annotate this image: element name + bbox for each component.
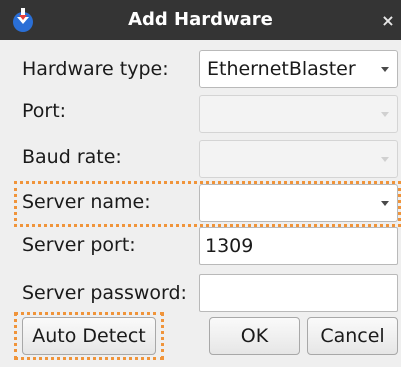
auto-detect-button[interactable]: Auto Detect <box>22 317 156 355</box>
dialog-body: Hardware type: EthernetBlaster Port: Bau… <box>0 40 401 367</box>
title-bar: Add Hardware × <box>0 0 401 40</box>
chevron-down-icon <box>381 112 389 117</box>
port-label: Port: <box>22 100 67 122</box>
server-name-label: Server name: <box>22 191 151 213</box>
server-password-field[interactable] <box>199 274 398 312</box>
hardware-type-select[interactable]: EthernetBlaster <box>199 50 398 88</box>
chevron-down-icon <box>381 157 389 162</box>
server-password-label: Server password: <box>22 282 187 304</box>
server-port-label: Server port: <box>22 234 136 256</box>
cancel-button[interactable]: Cancel <box>307 317 398 355</box>
port-select[interactable] <box>199 95 398 133</box>
chevron-down-icon <box>381 67 389 72</box>
window-title: Add Hardware <box>128 9 273 30</box>
close-icon[interactable]: × <box>379 0 397 40</box>
baud-rate-label: Baud rate: <box>22 146 122 168</box>
ok-button[interactable]: OK <box>209 317 300 355</box>
server-name-combo[interactable] <box>199 184 398 222</box>
server-port-field[interactable]: 1309 <box>199 227 398 265</box>
chevron-down-icon <box>381 201 389 206</box>
hardware-type-value: EthernetBlaster <box>207 58 356 80</box>
server-port-value: 1309 <box>205 235 254 257</box>
hardware-type-label: Hardware type: <box>22 58 169 80</box>
baud-rate-select[interactable] <box>199 140 398 178</box>
